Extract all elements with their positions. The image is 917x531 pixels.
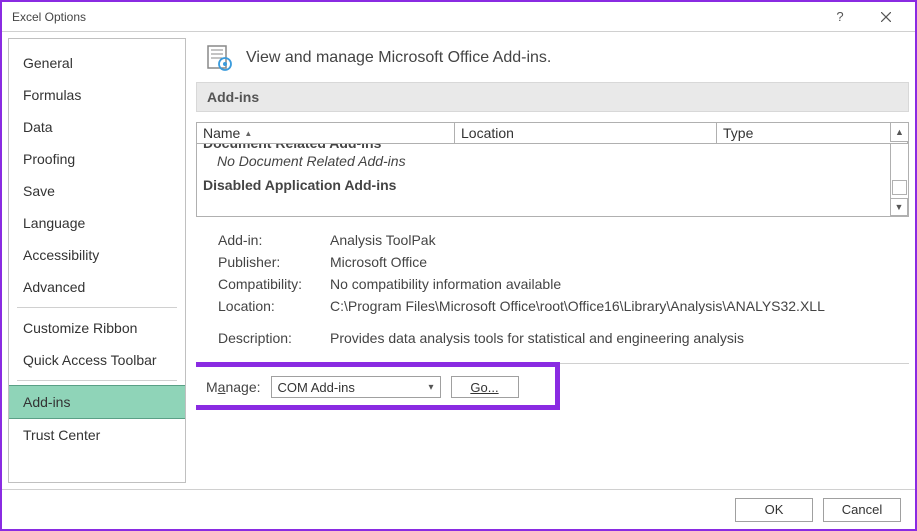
page-header: View and manage Microsoft Office Add-ins… bbox=[196, 38, 909, 82]
no-document-addins-text: No Document Related Add-ins bbox=[203, 151, 888, 171]
manage-label: Manage: bbox=[206, 379, 261, 395]
scroll-up-button[interactable]: ▲ bbox=[890, 123, 908, 142]
column-header-location[interactable]: Location bbox=[455, 123, 717, 143]
sidebar-separator bbox=[17, 380, 177, 381]
sidebar-item-proofing[interactable]: Proofing bbox=[9, 143, 185, 175]
dialog-title: Excel Options bbox=[12, 10, 817, 24]
detail-publisher-label: Publisher: bbox=[218, 254, 330, 270]
section-addins-header: Add-ins bbox=[196, 82, 909, 112]
detail-addin-label: Add-in: bbox=[218, 232, 330, 248]
sidebar-item-quick-access-toolbar[interactable]: Quick Access Toolbar bbox=[9, 344, 185, 376]
sidebar-item-trust-center[interactable]: Trust Center bbox=[9, 419, 185, 451]
go-button[interactable]: Go... bbox=[451, 376, 519, 398]
detail-compatibility-label: Compatibility: bbox=[218, 276, 330, 292]
sidebar-item-general[interactable]: General bbox=[9, 47, 185, 79]
column-name-label: Name bbox=[203, 125, 240, 141]
sidebar: General Formulas Data Proofing Save Lang… bbox=[8, 38, 186, 483]
table-body[interactable]: Document Related Add-ins No Document Rel… bbox=[197, 144, 908, 216]
page-title: View and manage Microsoft Office Add-ins… bbox=[246, 49, 551, 67]
sidebar-item-accessibility[interactable]: Accessibility bbox=[9, 239, 185, 271]
sidebar-item-save[interactable]: Save bbox=[9, 175, 185, 207]
sidebar-separator bbox=[17, 307, 177, 308]
dialog-footer: OK Cancel bbox=[2, 489, 915, 529]
main-panel: View and manage Microsoft Office Add-ins… bbox=[196, 38, 909, 483]
detail-addin-value: Analysis ToolPak bbox=[330, 232, 907, 248]
manage-combobox[interactable]: COM Add-ins bbox=[271, 376, 441, 398]
addins-table: Name ▲ Location Type ▲ Document Related … bbox=[196, 122, 909, 217]
cancel-button[interactable]: Cancel bbox=[823, 498, 901, 522]
group-disabled-addins: Disabled Application Add-ins bbox=[203, 171, 888, 195]
detail-compatibility-value: No compatibility information available bbox=[330, 276, 907, 292]
sidebar-item-advanced[interactable]: Advanced bbox=[9, 271, 185, 303]
detail-location-value: C:\Program Files\Microsoft Office\root\O… bbox=[330, 298, 907, 314]
manage-row: Manage: COM Add-ins Go... bbox=[196, 370, 909, 404]
sidebar-item-formulas[interactable]: Formulas bbox=[9, 79, 185, 111]
separator bbox=[196, 363, 909, 364]
sidebar-item-customize-ribbon[interactable]: Customize Ribbon bbox=[9, 312, 185, 344]
detail-description-label: Description: bbox=[218, 330, 330, 346]
sidebar-item-language[interactable]: Language bbox=[9, 207, 185, 239]
sidebar-item-add-ins[interactable]: Add-ins bbox=[9, 385, 185, 419]
help-button[interactable]: ? bbox=[817, 3, 863, 31]
detail-description-value: Provides data analysis tools for statist… bbox=[330, 330, 907, 346]
sidebar-item-data[interactable]: Data bbox=[9, 111, 185, 143]
table-header-row: Name ▲ Location Type ▲ bbox=[197, 123, 908, 144]
close-button[interactable] bbox=[863, 3, 909, 31]
detail-publisher-value: Microsoft Office bbox=[330, 254, 907, 270]
scroll-down-button[interactable]: ▼ bbox=[890, 198, 908, 216]
close-icon bbox=[881, 12, 891, 22]
titlebar: Excel Options ? bbox=[2, 2, 915, 32]
group-document-related: Document Related Add-ins bbox=[203, 144, 888, 151]
manage-combobox-value: COM Add-ins bbox=[278, 380, 355, 395]
excel-options-dialog: Excel Options ? General Formulas Data Pr… bbox=[0, 0, 917, 531]
sort-asc-icon: ▲ bbox=[244, 129, 252, 138]
column-header-name[interactable]: Name ▲ bbox=[197, 123, 455, 143]
addin-details: Add-in:Analysis ToolPak Publisher:Micros… bbox=[196, 223, 909, 355]
dialog-body: General Formulas Data Proofing Save Lang… bbox=[2, 32, 915, 489]
column-header-type[interactable]: Type bbox=[717, 123, 908, 143]
scrollbar-thumb[interactable] bbox=[892, 180, 907, 195]
addins-icon bbox=[206, 44, 234, 72]
ok-button[interactable]: OK bbox=[735, 498, 813, 522]
detail-location-label: Location: bbox=[218, 298, 330, 314]
